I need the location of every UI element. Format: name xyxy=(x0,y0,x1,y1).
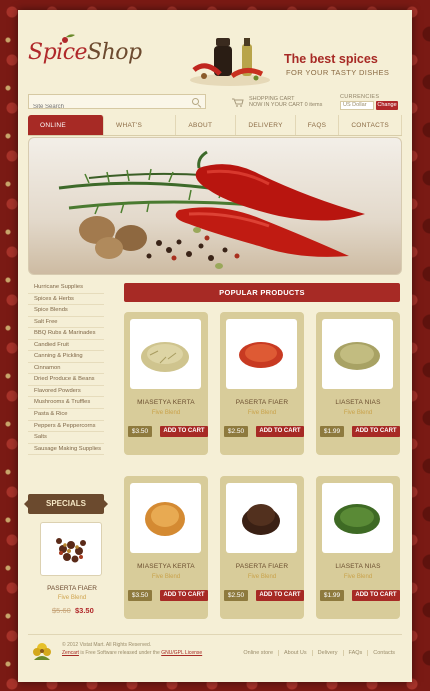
logo[interactable]: SpiceShop xyxy=(28,40,142,65)
category-item[interactable]: Spices & Herbs xyxy=(28,294,104,306)
product-image[interactable] xyxy=(322,483,393,553)
footer-nav-about-us[interactable]: About Us xyxy=(278,650,312,656)
product-sub: Five Blend xyxy=(151,410,181,416)
special-product-image[interactable] xyxy=(40,522,102,576)
product-sub: Five Blend xyxy=(247,574,277,580)
add-to-cart-button[interactable]: ADD TO CART xyxy=(352,590,400,601)
category-item[interactable]: Salts xyxy=(28,432,104,444)
product-sub: Five Blend xyxy=(343,410,373,416)
product-sub: Five Blend xyxy=(247,410,277,416)
copyright-text: © 2012 Vistat Mart. All Rights Reserved. xyxy=(62,642,152,648)
add-to-cart-button[interactable]: ADD TO CART xyxy=(256,590,304,601)
category-item[interactable]: Mushrooms & Truffles xyxy=(28,397,104,410)
popular-products-heading: POPULAR PRODUCTS xyxy=(124,283,400,302)
product-image[interactable] xyxy=(322,319,393,389)
hero-banner xyxy=(28,137,402,275)
add-to-cart-button[interactable]: ADD TO CART xyxy=(160,590,208,601)
special-old-price: $5.60 xyxy=(52,606,71,615)
nav-whats-new[interactable]: WHAT'S NEW? xyxy=(104,115,177,150)
footer-divider xyxy=(28,634,402,635)
add-to-cart-button[interactable]: ADD TO CART xyxy=(352,426,400,437)
footer-nav: Online store About Us Delivery FAQs Cont… xyxy=(238,650,400,656)
search-icon[interactable] xyxy=(192,98,199,105)
category-item[interactable]: Candied Fruit xyxy=(28,340,104,352)
category-item[interactable]: Flavored Powders xyxy=(28,386,104,398)
nav-delivery[interactable]: DELIVERY xyxy=(236,115,296,135)
footer-flower-icon xyxy=(33,643,51,660)
nav-faqs[interactable]: FAQS xyxy=(296,115,340,135)
footer-nav-faqs[interactable]: FAQs xyxy=(342,650,368,656)
search-box xyxy=(28,94,206,114)
product-price: $1.99 xyxy=(320,426,344,437)
product-card: LIASETA NIAS Five Blend $1.99 ADD TO CAR… xyxy=(316,312,400,455)
nav-online-store[interactable]: ONLINE STORE xyxy=(28,115,105,150)
category-item[interactable]: BBQ Rubs & Marinades xyxy=(28,328,104,340)
license-middle-text: is Free Software released under the xyxy=(78,650,162,656)
specials-heading: SPECIALS xyxy=(24,494,108,514)
tagline-sub: FOR YOUR TASTY DISHES xyxy=(286,68,390,77)
product-card: PASERTA FIAER Five Blend $2.50 ADD TO CA… xyxy=(220,312,304,455)
logo-shop: Shop xyxy=(87,40,142,65)
special-new-price: $3.50 xyxy=(75,606,94,615)
product-card: LIASETA NIAS Five Blend $1.99 ADD TO CAR… xyxy=(316,476,400,619)
currency-select[interactable]: US Dollar xyxy=(340,101,374,110)
category-item[interactable]: Canning & Pickling xyxy=(28,351,104,363)
change-currency-button[interactable]: Change xyxy=(376,101,398,110)
product-name[interactable]: MIASETYA KERTA xyxy=(124,399,208,406)
product-price: $2.50 xyxy=(224,590,248,601)
product-image[interactable] xyxy=(130,319,201,389)
product-sub: Five Blend xyxy=(343,574,373,580)
category-item[interactable]: Dried Produce & Beans xyxy=(28,374,104,386)
license-link[interactable]: GNU/GPL License xyxy=(161,650,202,656)
cart-icon[interactable] xyxy=(232,98,244,107)
license-text: Zencart is Free Software released under … xyxy=(62,650,202,656)
product-name[interactable]: PASERTA FIAER xyxy=(220,399,304,406)
product-name[interactable]: LIASETA NIAS xyxy=(316,563,400,570)
product-card: PASERTA FIAER Five Blend $2.50 ADD TO CA… xyxy=(220,476,304,619)
product-price: $3.50 xyxy=(128,426,152,437)
footer-nav-delivery[interactable]: Delivery xyxy=(311,650,343,656)
currencies-label: CURRENCIES xyxy=(340,94,380,100)
logo-spice: Spice xyxy=(28,40,88,65)
footer-nav-online-store[interactable]: Online store xyxy=(238,650,278,656)
category-item[interactable]: Cinnamon xyxy=(28,363,104,375)
product-image[interactable] xyxy=(226,319,297,389)
product-name[interactable]: LIASETA NIAS xyxy=(316,399,400,406)
product-image[interactable] xyxy=(226,483,297,553)
search-input[interactable] xyxy=(29,100,179,114)
zencart-link[interactable]: Zencart xyxy=(62,650,79,656)
product-price: $2.50 xyxy=(224,426,248,437)
category-item[interactable]: Salt Free xyxy=(28,317,104,329)
product-card: MIASETYA KERTA Five Blend $3.50 ADD TO C… xyxy=(124,312,208,455)
chili-rosemary-image xyxy=(58,150,365,269)
cart-summary: NOW IN YOUR CART 0 items xyxy=(249,102,323,108)
add-to-cart-button[interactable]: ADD TO CART xyxy=(160,426,208,437)
add-to-cart-button[interactable]: ADD TO CART xyxy=(256,426,304,437)
main-nav: ONLINE STORE WHAT'S NEW? ABOUT US DELIVE… xyxy=(28,115,402,150)
special-product-sub: Five Blend xyxy=(57,595,87,601)
category-item[interactable]: Hurricane Supplies xyxy=(28,282,104,294)
spice-jars-image xyxy=(190,38,270,86)
nav-contacts[interactable]: CONTACTS xyxy=(339,115,402,135)
product-name[interactable]: MIASETYA KERTA xyxy=(124,563,208,570)
product-sub: Five Blend xyxy=(151,574,181,580)
category-item[interactable]: Spice Blends xyxy=(28,305,104,317)
nav-about-us[interactable]: ABOUT US xyxy=(176,115,237,150)
product-price: $3.50 xyxy=(128,590,152,601)
category-list: Hurricane Supplies Spices & Herbs Spice … xyxy=(28,282,104,456)
product-card: MIASETYA KERTA Five Blend $3.50 ADD TO C… xyxy=(124,476,208,619)
product-price: $1.99 xyxy=(320,590,344,601)
product-name[interactable]: PASERTA FIAER xyxy=(220,563,304,570)
footer-nav-contacts[interactable]: Contacts xyxy=(367,650,400,656)
page: SpiceShop The best spices FOR YOUR TASTY… xyxy=(18,10,412,682)
category-item[interactable]: Pasta & Rice xyxy=(28,409,104,421)
category-item[interactable]: Peppers & Peppercorns xyxy=(28,421,104,433)
product-image[interactable] xyxy=(130,483,201,553)
category-item[interactable]: Sausage Making Supplies xyxy=(28,444,104,456)
special-product-name[interactable]: PASERTA FIAER xyxy=(28,585,116,592)
tagline: The best spices xyxy=(284,52,378,66)
